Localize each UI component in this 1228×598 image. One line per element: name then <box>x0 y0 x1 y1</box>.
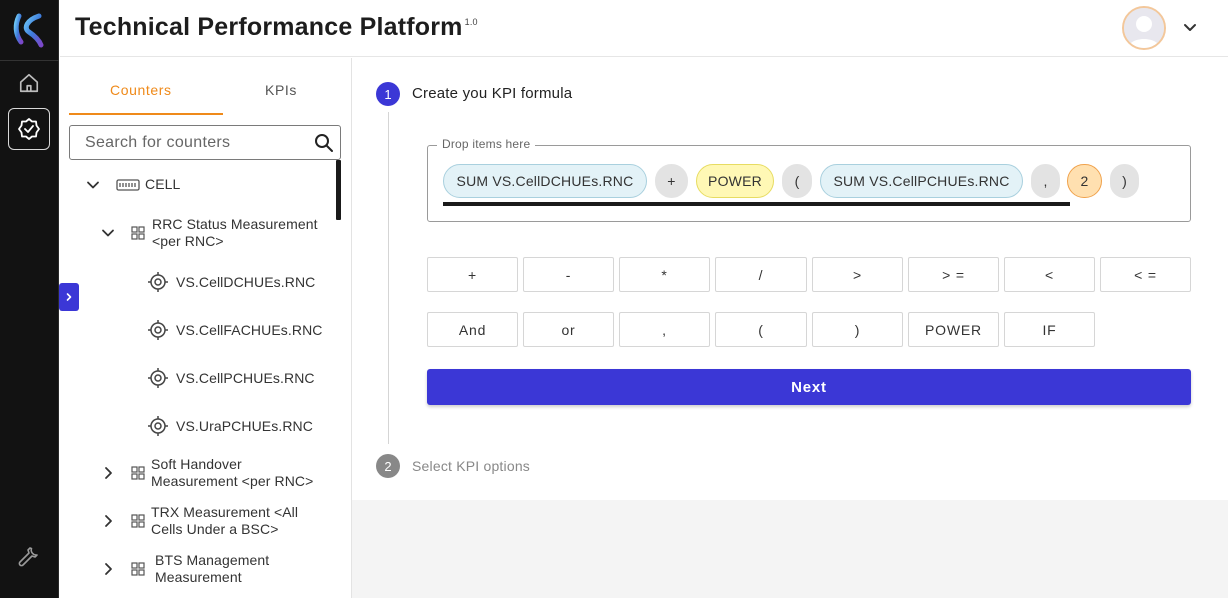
tree-label-soft-handover: Soft Handover Measurement <per RNC> <box>151 456 313 490</box>
operator-if-button[interactable]: IF <box>1004 312 1095 347</box>
operator-greater-button[interactable]: > <box>812 257 903 292</box>
tree-label-line: Cells Under a BSC> <box>151 521 279 537</box>
operator-open-paren-button[interactable]: ( <box>715 312 807 347</box>
tree-label-rrc-status: RRC Status Measurement <per RNC> <box>152 216 318 250</box>
grid-icon <box>131 514 145 528</box>
server-icon <box>116 178 140 191</box>
grid-icon <box>131 226 145 240</box>
step-title: Create you KPI formula <box>412 85 573 102</box>
chevron-right-icon[interactable] <box>101 466 115 480</box>
version-label: 1.0 <box>464 17 478 27</box>
wrench-icon <box>18 547 38 567</box>
formula-chip-counter[interactable]: SUM VS.CellPCHUEs.RNC <box>820 164 1023 198</box>
chevron-right-icon <box>66 293 72 301</box>
tree-label-counter: VS.CellDCHUEs.RNC <box>176 273 316 290</box>
crosshair-icon <box>148 272 168 292</box>
next-button[interactable]: Next <box>427 369 1191 405</box>
tree-label-trx-measurement: TRX Measurement <All Cells Under a BSC> <box>151 504 298 538</box>
operator-close-paren-button[interactable]: ) <box>812 312 903 347</box>
crosshair-icon <box>148 416 168 436</box>
tree-label-counter: VS.CellFACHUEs.RNC <box>176 321 323 338</box>
tree-leaf-counter[interactable]: VS.CellDCHUEs.RNC <box>148 272 315 292</box>
tree-label-line: Soft Handover <box>151 456 242 472</box>
avatar[interactable] <box>1122 6 1166 50</box>
grid-icon <box>131 562 145 576</box>
step-title: Select KPI options <box>412 458 530 474</box>
operator-less-equal-button[interactable]: < = <box>1100 257 1191 292</box>
tree-node-rrc-status[interactable]: RRC Status Measurement <per RNC> <box>101 216 318 250</box>
operator-comma-button[interactable]: , <box>619 312 710 347</box>
operator-greater-equal-button[interactable]: > = <box>908 257 999 292</box>
operator-and-button[interactable]: And <box>427 312 518 347</box>
step-connector <box>388 112 389 444</box>
tree-label-line: Measurement <box>155 569 242 585</box>
step-number: 2 <box>376 454 400 478</box>
main-footer-area <box>352 500 1228 598</box>
search-box <box>69 125 341 160</box>
formula-underline <box>443 202 1070 206</box>
tree-node-bts-management[interactable]: BTS Management Measurement <box>101 552 269 586</box>
tree-label-bts-management: BTS Management Measurement <box>155 552 269 586</box>
active-tab-indicator <box>69 113 223 115</box>
operator-less-button[interactable]: < <box>1004 257 1095 292</box>
top-header: Technical Performance Platform 1.0 <box>60 0 1228 57</box>
verified-badge-icon <box>18 118 40 140</box>
tab-kpis[interactable]: KPIs <box>265 82 297 98</box>
search-icon[interactable] <box>314 133 334 153</box>
tree-label-line: <per RNC> <box>152 233 224 249</box>
tree-node-cell[interactable]: CELL <box>86 176 180 193</box>
tree-leaf-counter[interactable]: VS.UraPCHUEs.RNC <box>148 416 313 436</box>
tree-leaf-counter[interactable]: VS.CellFACHUEs.RNC <box>148 320 323 340</box>
app-rail <box>0 0 59 598</box>
tree-node-soft-handover[interactable]: Soft Handover Measurement <per RNC> <box>101 456 313 490</box>
formula-chip-operator[interactable]: ( <box>782 164 812 198</box>
panel-tabs: Counters KPIs <box>69 58 341 115</box>
chevron-right-icon[interactable] <box>101 562 115 576</box>
tree-label-counter: VS.UraPCHUEs.RNC <box>176 417 313 434</box>
search-input[interactable] <box>70 126 306 159</box>
grid-icon <box>131 466 145 480</box>
operator-multiply-button[interactable]: * <box>619 257 710 292</box>
tree-label-line: TRX Measurement <All <box>151 504 299 520</box>
operator-power-button[interactable]: POWER <box>908 312 999 347</box>
formula-chip-operator[interactable]: + <box>655 164 688 198</box>
tree-label-line: RRC Status Measurement <box>152 216 318 232</box>
operator-minus-button[interactable]: - <box>523 257 614 292</box>
chevron-right-icon[interactable] <box>101 514 115 528</box>
tree-leaf-counter[interactable]: VS.CellPCHUEs.RNC <box>148 368 315 388</box>
tree-label-line: Measurement <per RNC> <box>151 473 314 489</box>
home-icon <box>19 73 39 93</box>
tools-nav-button[interactable] <box>8 536 50 578</box>
operator-or-button[interactable]: or <box>523 312 614 347</box>
counters-panel: Counters KPIs CELL RRC Status Measuremen… <box>60 58 352 598</box>
rail-divider <box>0 60 59 61</box>
crosshair-icon <box>148 320 168 340</box>
page-title: Technical Performance Platform 1.0 <box>75 13 478 42</box>
kpi-nav-button[interactable] <box>8 108 50 150</box>
user-avatar-icon <box>1124 8 1164 48</box>
step-number: 1 <box>376 82 400 106</box>
chevron-down-icon[interactable] <box>101 226 115 240</box>
tree-label-counter: VS.CellPCHUEs.RNC <box>176 369 315 386</box>
app-title-text: Technical Performance Platform <box>75 13 463 41</box>
operator-divide-button[interactable]: / <box>715 257 807 292</box>
formula-chip-function[interactable]: POWER <box>696 164 774 198</box>
formula-chip-counter[interactable]: SUM VS.CellDCHUEs.RNC <box>443 164 647 198</box>
formula-chip-operator[interactable]: ) <box>1110 164 1139 198</box>
tree-node-trx-measurement[interactable]: TRX Measurement <All Cells Under a BSC> <box>101 504 298 538</box>
chevron-down-icon[interactable] <box>86 178 100 192</box>
tree-label-line: BTS Management <box>155 552 270 568</box>
operator-plus-button[interactable]: + <box>427 257 518 292</box>
tab-counters[interactable]: Counters <box>110 82 172 98</box>
dropzone-label: Drop items here <box>437 137 536 151</box>
expand-sidebar-button[interactable] <box>59 283 79 311</box>
crosshair-icon <box>148 368 168 388</box>
home-nav-button[interactable] <box>8 62 50 104</box>
scrollbar-thumb[interactable] <box>336 160 341 220</box>
logo-icon[interactable] <box>13 12 45 48</box>
tree-label-cell: CELL <box>145 176 181 192</box>
chevron-down-icon[interactable] <box>1180 18 1200 38</box>
formula-chip-number[interactable]: 2 <box>1067 164 1102 198</box>
formula-chip-operator[interactable]: , <box>1031 164 1060 198</box>
